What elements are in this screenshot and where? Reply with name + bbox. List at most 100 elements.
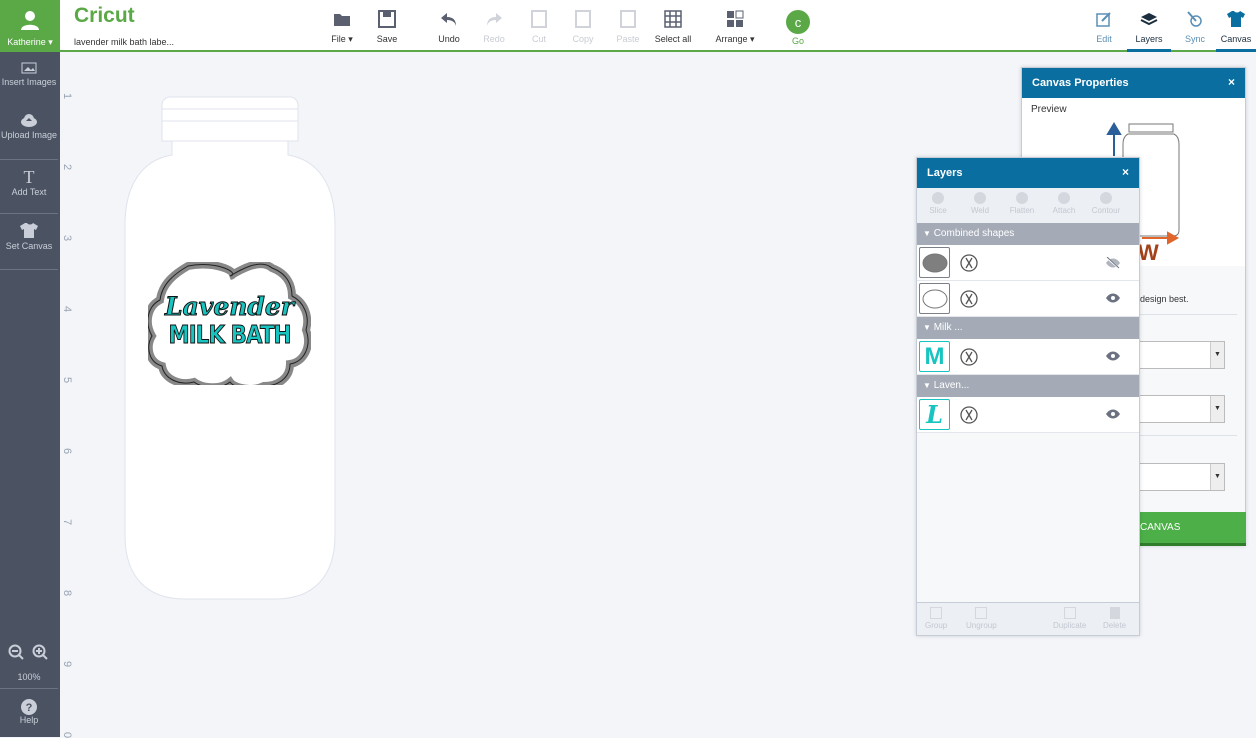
eye-hidden-icon[interactable] bbox=[1105, 257, 1121, 269]
eye-icon[interactable] bbox=[1105, 351, 1121, 361]
layer-tool-contour[interactable]: Contour bbox=[1085, 188, 1127, 223]
help-label: Help bbox=[19, 715, 39, 725]
close-icon[interactable]: × bbox=[1228, 75, 1235, 89]
design-text-lavender: Lavender bbox=[165, 292, 295, 322]
zoom-out-icon[interactable] bbox=[8, 644, 24, 660]
redo-button[interactable]: Redo bbox=[479, 10, 509, 44]
copy-button[interactable]: Copy bbox=[568, 10, 598, 44]
cut-label: Cut bbox=[531, 34, 546, 44]
help-button[interactable]: ? Help bbox=[0, 688, 58, 737]
ruler-mark: 1 bbox=[61, 92, 74, 100]
add-text-button[interactable]: T Add Text bbox=[0, 162, 58, 214]
upload-image-label: Upload Image bbox=[0, 130, 58, 140]
paste-button[interactable]: Paste bbox=[613, 10, 643, 44]
add-text-label: Add Text bbox=[11, 187, 47, 197]
hint-text: design best. bbox=[1140, 294, 1189, 304]
eye-icon[interactable] bbox=[1105, 293, 1121, 303]
save-button[interactable]: Save bbox=[372, 10, 402, 44]
layer-tool-flatten[interactable]: Flatten bbox=[1001, 188, 1043, 223]
canvas-select-2[interactable]: ▼ bbox=[1130, 395, 1225, 423]
duplicate-button[interactable]: Duplicate bbox=[1053, 607, 1086, 630]
layers-toolbar: Slice Weld Flatten Attach Contour bbox=[917, 188, 1139, 223]
select-all-button[interactable]: Select all bbox=[652, 10, 694, 44]
canvas-properties-header: Canvas Properties × bbox=[1022, 68, 1245, 98]
layer-thumbnail: L bbox=[919, 399, 950, 430]
file-button[interactable]: File ▾ bbox=[325, 10, 359, 45]
svg-text:c: c bbox=[795, 15, 802, 30]
caret-down-icon: ▼ bbox=[923, 381, 931, 390]
preview-label: Preview bbox=[1031, 104, 1067, 115]
dropdown-arrow-icon: ▼ bbox=[1210, 342, 1224, 368]
help-icon: ? bbox=[21, 699, 37, 715]
user-menu[interactable]: Katherine ▾ bbox=[0, 0, 60, 52]
scissors-icon[interactable] bbox=[960, 290, 978, 308]
eye-icon[interactable] bbox=[1105, 409, 1121, 419]
group-name: Milk ... bbox=[933, 322, 963, 333]
save-icon bbox=[378, 10, 396, 28]
text-icon: T bbox=[24, 168, 35, 184]
weld-icon bbox=[974, 192, 986, 204]
insert-images-button[interactable]: Insert Images bbox=[0, 56, 58, 102]
layer-row[interactable]: L bbox=[917, 397, 1139, 433]
canvas-select-1[interactable]: ▼ bbox=[1130, 341, 1225, 369]
delete-button[interactable]: Delete bbox=[1103, 607, 1126, 630]
project-name[interactable]: lavender milk bath labe... bbox=[74, 37, 174, 47]
tab-canvas[interactable]: Canvas bbox=[1216, 10, 1256, 52]
set-canvas-label: Set Canvas bbox=[5, 241, 53, 251]
upload-image-button[interactable]: Upload Image bbox=[0, 108, 58, 160]
caret-down-icon: ▼ bbox=[923, 229, 931, 238]
layer-group-header[interactable]: ▼ Laven... bbox=[917, 375, 1139, 397]
shirt-icon bbox=[20, 223, 38, 238]
scissors-icon[interactable] bbox=[960, 348, 978, 366]
layer-row[interactable] bbox=[917, 281, 1139, 317]
tool-label: Attach bbox=[1052, 206, 1076, 215]
layer-row[interactable] bbox=[917, 245, 1139, 281]
scissors-icon[interactable] bbox=[960, 406, 978, 424]
layer-tool-slice[interactable]: Slice bbox=[917, 188, 959, 223]
attach-icon bbox=[1058, 192, 1070, 204]
tab-edit[interactable]: Edit bbox=[1090, 10, 1118, 52]
group-button[interactable]: Group bbox=[925, 607, 947, 630]
ruler-mark: 0 bbox=[61, 731, 74, 738]
set-canvas-button[interactable]: Set Canvas bbox=[0, 216, 58, 270]
image-icon bbox=[21, 62, 37, 74]
copy-icon bbox=[575, 10, 591, 28]
folder-icon bbox=[334, 14, 350, 26]
panel-title: Layers bbox=[927, 167, 963, 179]
user-name: Katherine ▾ bbox=[7, 37, 53, 47]
layer-group-header[interactable]: ▼ Milk ... bbox=[917, 317, 1139, 339]
cut-button[interactable]: Cut bbox=[524, 10, 554, 44]
ungroup-button[interactable]: Ungroup bbox=[966, 607, 997, 630]
label-design[interactable]: Lavender MILK BATH bbox=[148, 262, 311, 385]
layer-group-header[interactable]: ▼ Combined shapes bbox=[917, 223, 1139, 245]
layer-row[interactable]: M bbox=[917, 339, 1139, 375]
close-icon[interactable]: × bbox=[1122, 165, 1129, 179]
cut-icon bbox=[531, 10, 547, 28]
tool-label: Slice bbox=[929, 206, 947, 215]
go-button[interactable]: c Go bbox=[784, 10, 812, 46]
layers-icon bbox=[1140, 13, 1158, 26]
delete-label: Delete bbox=[1103, 621, 1127, 630]
layer-tool-attach[interactable]: Attach bbox=[1043, 188, 1085, 223]
group-label: Group bbox=[925, 621, 948, 630]
redo-label: Redo bbox=[483, 34, 505, 44]
zoom-in-icon[interactable] bbox=[32, 644, 48, 660]
save-label: Save bbox=[376, 34, 398, 44]
tab-sync[interactable]: Sync bbox=[1180, 10, 1210, 52]
tab-layers[interactable]: Layers bbox=[1127, 10, 1171, 52]
arrange-label: Arrange ▾ bbox=[715, 34, 755, 44]
ruler-mark: 7 bbox=[61, 518, 74, 526]
layers-panel: Layers × Slice Weld Flatten Attach Contour ▼ … bbox=[916, 157, 1140, 636]
group-name: Combined shapes bbox=[933, 228, 1015, 239]
undo-button[interactable]: Undo bbox=[434, 10, 464, 44]
arrange-button[interactable]: Arrange ▾ bbox=[713, 10, 757, 45]
scissors-icon[interactable] bbox=[960, 254, 978, 272]
ruler-mark: 6 bbox=[61, 447, 74, 455]
top-toolbar: Cricut lavender milk bath labe... File ▾… bbox=[60, 0, 1256, 52]
ruler-mark: 5 bbox=[61, 376, 74, 384]
slice-icon bbox=[932, 192, 944, 204]
canvas-select-3[interactable]: ▼ bbox=[1130, 463, 1225, 491]
layer-tool-weld[interactable]: Weld bbox=[959, 188, 1001, 223]
edit-icon bbox=[1096, 12, 1111, 27]
ruler-mark: 9 bbox=[61, 660, 74, 668]
